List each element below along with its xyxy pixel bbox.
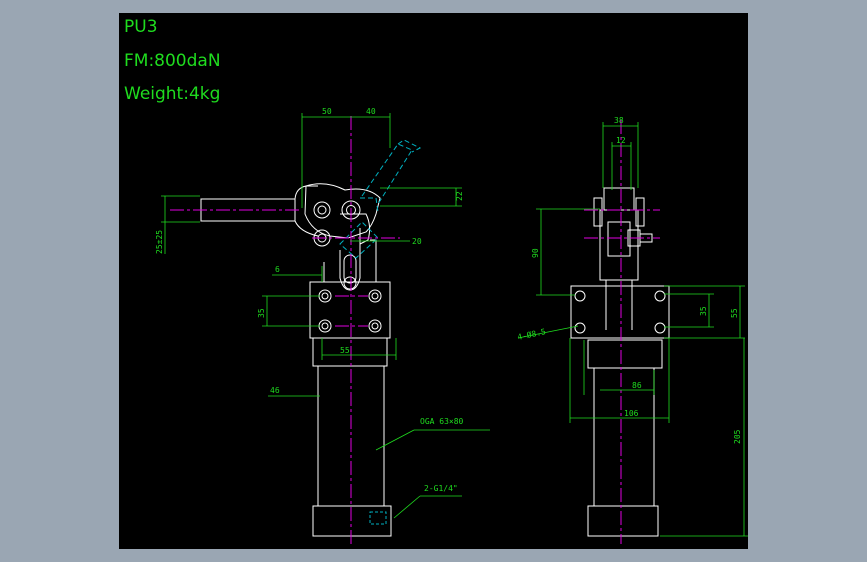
dim-text: 35 [699, 306, 708, 316]
dim-text: 90 [531, 248, 540, 258]
callout-cylinder: OGA 63×80 [420, 417, 464, 426]
model-label: PU3 [124, 17, 158, 37]
dim-text: 40 [366, 107, 376, 116]
cad-viewport: PU3 FM:800daN Weight:4kg 50 40 22 20 25±… [0, 0, 867, 562]
dim-text: 86 [632, 381, 642, 390]
dim-text: 50 [322, 107, 332, 116]
dim-text: 46 [270, 386, 280, 395]
callout-port: 2-G1/4" [424, 484, 458, 493]
force-label: FM:800daN [124, 51, 221, 71]
dim-text: 20 [412, 237, 422, 246]
weight-label: Weight:4kg [124, 84, 220, 104]
dim-text: 12 [616, 136, 626, 145]
dim-text: 25±25 [155, 230, 164, 254]
dim-text: 35 [257, 308, 266, 318]
dim-text: 55 [340, 346, 350, 355]
dim-text: 106 [624, 409, 639, 418]
dim-text: 205 [733, 429, 742, 444]
dim-text: 22 [455, 191, 464, 201]
viewport-svg: PU3 FM:800daN Weight:4kg 50 40 22 20 25±… [0, 0, 867, 562]
dim-text: 55 [730, 308, 739, 318]
dim-text: 38 [614, 116, 624, 125]
dim-text: 6 [275, 265, 280, 274]
